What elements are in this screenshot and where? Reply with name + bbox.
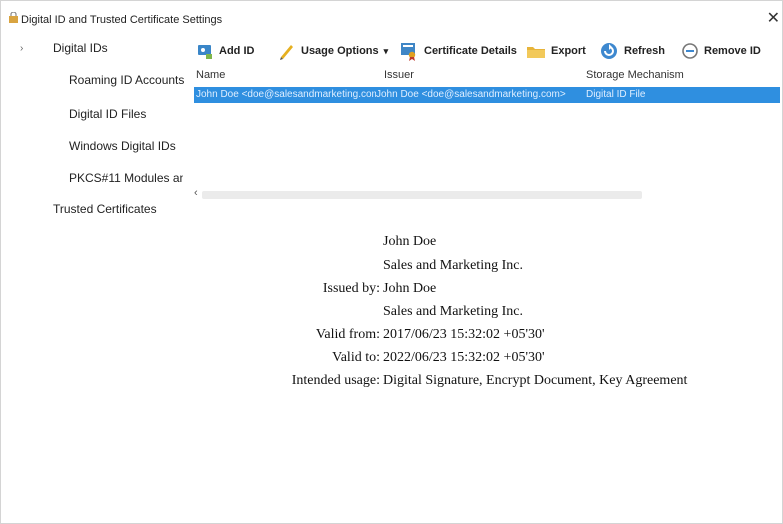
intended-usage-label: Intended usage: [291,373,380,388]
title-bar: Digital ID and Trusted Certificate Setti… [1,1,782,31]
table-row[interactable]: John Doe <doe@salesandmarketing.com> Joh… [194,87,780,103]
refresh-label: Refresh [624,45,665,57]
window-title: Digital ID and Trusted Certificate Setti… [21,14,223,26]
subject-organization: Sales and Marketing Inc. [383,258,523,273]
subject-name: John Doe [383,234,437,249]
certificate-details-label: Certificate Details [424,45,517,57]
issued-by-label: Issued by: [322,281,380,296]
cell-storage: Digital ID File [586,89,646,100]
lock-icon [9,12,18,23]
remove-id-button[interactable]: Remove ID [681,38,761,64]
toolbar: Add ID Usage Options ▾ Certificate Detai… [194,38,780,66]
sidebar-item-digital-ids[interactable]: Digital IDs [53,41,108,55]
column-header-storage[interactable]: Storage Mechanism [586,69,684,81]
valid-to-value: 2022/06/23 15:32:02 +05'30' [383,350,545,365]
add-id-label: Add ID [219,45,255,57]
remove-id-label: Remove ID [704,45,761,57]
sidebar-item-windows-digital-ids[interactable]: Windows Digital IDs [69,139,176,153]
cell-issuer: John Doe <doe@salesandmarketing.com> [376,89,566,100]
sidebar-item-roaming-id-accounts[interactable]: Roaming ID Accounts [69,73,184,87]
close-icon[interactable]: ✕ [767,11,780,27]
valid-from-value: 2017/06/23 15:32:02 +05'30' [383,327,545,342]
tree-toggle-icon[interactable]: › [20,43,23,54]
settings-window: Digital ID and Trusted Certificate Setti… [0,0,783,524]
usage-options-button[interactable]: Usage Options ▾ [278,38,388,64]
certificate-icon [401,43,416,61]
usage-options-label: Usage Options [301,45,379,57]
valid-to-label: Valid to: [332,350,380,365]
remove-id-icon [682,43,698,59]
horizontal-scrollbar[interactable] [202,191,642,199]
export-button[interactable]: Export [526,38,586,64]
sidebar-item-trusted-certificates[interactable]: Trusted Certificates [53,202,157,216]
cell-name: John Doe <doe@salesandmarketing.com> [196,89,376,100]
add-id-button[interactable]: Add ID [196,38,254,64]
intended-usage-value: Digital Signature, Encrypt Document, Key… [383,373,688,388]
add-id-icon [198,45,212,59]
sidebar-item-pkcs11-modules[interactable]: PKCS#11 Modules and Tokens [69,171,183,185]
column-header-name[interactable]: Name [196,69,225,81]
chevron-down-icon: ▾ [383,45,389,56]
sidebar-item-digital-id-files[interactable]: Digital ID Files [69,107,146,121]
export-folder-icon [527,47,545,58]
refresh-icon [601,43,617,59]
certificate-details-button[interactable]: Certificate Details [399,38,517,64]
digital-id-table: Name Issuer Storage Mechanism John Doe <… [194,67,780,103]
refresh-button[interactable]: Refresh [599,38,665,64]
table-header: Name Issuer Storage Mechanism [194,67,780,87]
sidebar-tree: › Digital IDs Roaming ID Accounts Digita… [1,35,189,255]
column-header-issuer[interactable]: Issuer [384,69,414,81]
export-label: Export [551,45,586,57]
issuer-name: John Doe [383,281,437,296]
valid-from-label: Valid from: [315,327,380,342]
issuer-organization: Sales and Marketing Inc. [383,304,523,319]
scroll-left-icon[interactable]: ‹ [194,187,198,199]
pencil-icon [280,45,293,60]
